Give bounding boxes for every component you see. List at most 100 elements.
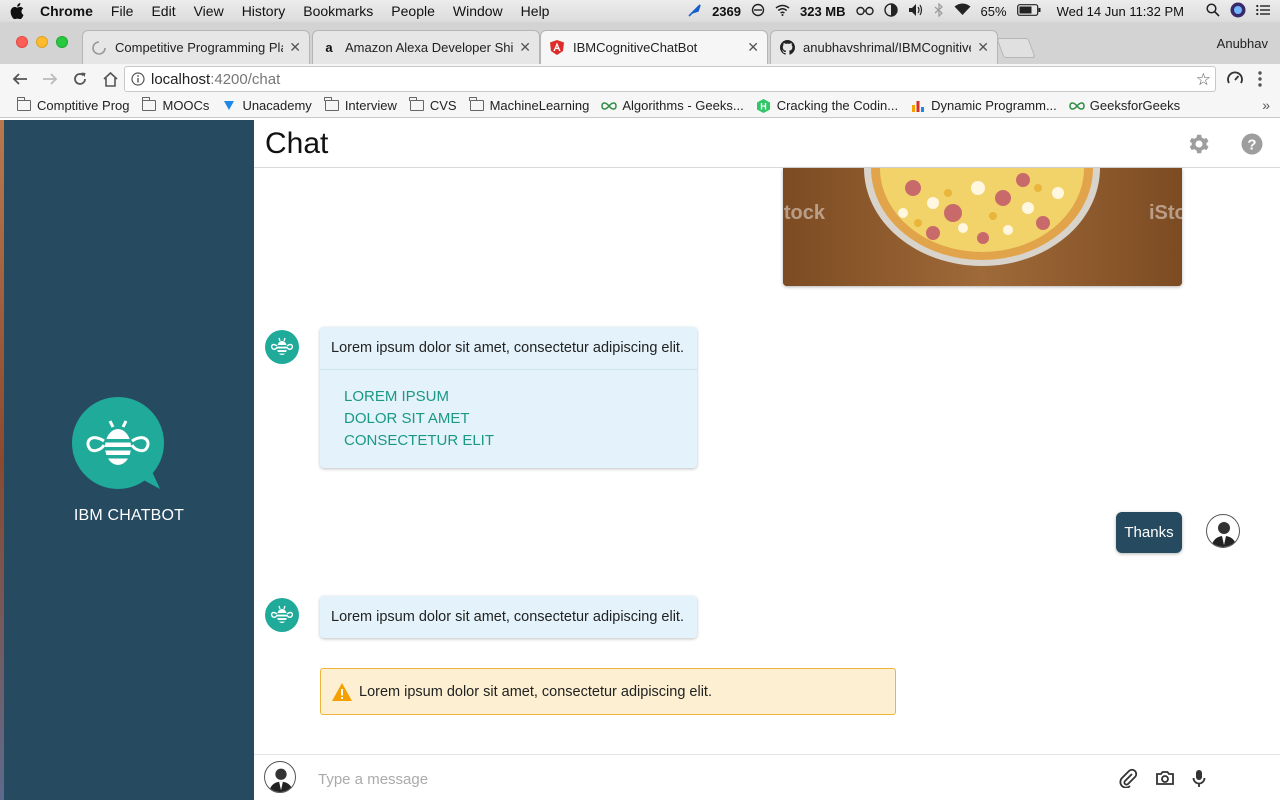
geeksforgeeks-icon [601, 100, 618, 112]
menu-window[interactable]: Window [453, 3, 503, 19]
spotlight-search-icon[interactable] [1206, 2, 1220, 20]
speedometer-icon[interactable] [1226, 70, 1244, 93]
bookmark-label: Interview [344, 98, 397, 113]
bookmark-machinelearning[interactable]: MachineLearning [469, 97, 589, 113]
folder-icon [409, 97, 425, 112]
contrast-icon[interactable] [883, 2, 898, 20]
message-input[interactable] [318, 767, 1098, 791]
home-icon[interactable] [100, 69, 120, 89]
menu-view[interactable]: View [194, 3, 224, 19]
wifi-status-icon[interactable] [775, 4, 790, 19]
microphone-icon[interactable] [1189, 768, 1209, 788]
clock[interactable]: Wed 14 Jun 11:32 PM [1057, 4, 1184, 19]
message-composer [254, 754, 1280, 800]
tab-strip: Competitive Programming Play ✕ a Amazon … [0, 22, 1280, 64]
close-tab-icon[interactable]: ✕ [519, 39, 531, 56]
info-icon[interactable] [131, 72, 145, 86]
glasses-icon[interactable] [855, 4, 874, 19]
bookmark-star-icon[interactable]: ☆ [1196, 70, 1211, 90]
forward-icon[interactable] [40, 69, 60, 89]
bookmark-label: Dynamic Programm... [931, 98, 1057, 113]
menu-app-name[interactable]: Chrome [40, 3, 93, 19]
bot-message-card: Lorem ipsum dolor sit amet, consectetur … [320, 596, 697, 638]
volume-icon[interactable] [908, 3, 924, 20]
new-tab-button[interactable] [996, 38, 1036, 58]
tab-title: IBMCognitiveChatBot [573, 40, 698, 55]
settings-gear-icon[interactable] [1187, 132, 1211, 156]
bookmark-cvs[interactable]: CVS [409, 97, 457, 113]
url-host: localhost [151, 70, 211, 88]
folder-icon [324, 97, 340, 112]
tab-amazon-alexa[interactable]: a Amazon Alexa Developer Shirt ✕ [312, 30, 540, 64]
warning-text: Lorem ipsum dolor sit amet, consectetur … [359, 683, 712, 700]
apple-icon[interactable] [10, 3, 24, 19]
macos-menubar: Chrome File Edit View History Bookmarks … [0, 0, 1280, 22]
status-counter: 2369 [712, 3, 741, 19]
wifi-icon[interactable] [954, 3, 971, 19]
chat-header: Chat ? [254, 120, 1280, 168]
chatbot-logo-icon [72, 397, 164, 489]
battery-icon[interactable] [1016, 3, 1041, 19]
sidebar: IBM CHATBOT [4, 120, 254, 800]
bookmark-moocs[interactable]: MOOCs [141, 97, 209, 113]
siri-icon[interactable] [1230, 2, 1246, 21]
svg-text:H: H [760, 101, 767, 111]
close-tab-icon[interactable]: ✕ [977, 39, 989, 56]
brand-name: IBM CHATBOT [73, 507, 185, 524]
tab-title: Amazon Alexa Developer Shirt [345, 40, 514, 55]
bookmark-cracking-coding[interactable]: H Cracking the Codin... [756, 98, 898, 113]
bookmark-unacademy[interactable]: Unacademy [221, 98, 312, 113]
menu-history[interactable]: History [242, 3, 286, 19]
bot-avatar [265, 598, 299, 632]
status-memory: 323 MB [800, 3, 846, 19]
bookmark-algorithms-geeks[interactable]: Algorithms - Geeks... [601, 98, 744, 113]
user-message: Thanks [1116, 512, 1182, 553]
menu-file[interactable]: File [111, 3, 134, 19]
hackerrank-icon: H [756, 98, 772, 113]
shared-pizza-image[interactable]: iStock iStock [783, 168, 1182, 286]
folder-icon [469, 97, 485, 112]
zoom-window-button[interactable] [56, 36, 68, 48]
no-entry-icon[interactable] [751, 3, 765, 20]
bookmarks-overflow-icon[interactable]: » [1262, 97, 1270, 113]
quick-reply-option[interactable]: DOLOR SIT AMET [344, 408, 673, 430]
bookmark-comptitive-prog[interactable]: Comptitive Prog [16, 97, 129, 113]
close-tab-icon[interactable]: ✕ [747, 39, 759, 56]
address-bar[interactable]: localhost:4200/chat ☆ [124, 66, 1216, 92]
bookmark-interview[interactable]: Interview [324, 97, 397, 113]
tab-competitive-programming[interactable]: Competitive Programming Play ✕ [82, 30, 310, 64]
camera-icon[interactable] [1155, 768, 1175, 788]
notification-center-icon[interactable] [1256, 4, 1270, 19]
bluetooth-icon[interactable] [934, 2, 944, 20]
menu-help[interactable]: Help [521, 3, 550, 19]
quick-reply-option[interactable]: CONSECTETUR ELIT [344, 430, 673, 452]
attach-icon[interactable] [1118, 768, 1138, 788]
reload-icon[interactable] [70, 69, 90, 89]
chrome-menu-icon[interactable] [1258, 70, 1262, 93]
quick-reply-option[interactable]: LOREM IPSUM [344, 386, 673, 408]
tab-github-repo[interactable]: anubhavshrimal/IBMCognitiveC ✕ [770, 30, 998, 64]
chat-panel: Chat ? iStock iStock [254, 120, 1280, 800]
warning-icon [332, 682, 352, 701]
bee-icon [270, 337, 294, 355]
watermark-left: iStock [783, 202, 826, 224]
menu-bookmarks[interactable]: Bookmarks [303, 3, 373, 19]
minimize-window-button[interactable] [36, 36, 48, 48]
bee-icon [270, 605, 294, 623]
menu-edit[interactable]: Edit [151, 3, 175, 19]
profile-name[interactable]: Anubhav [1217, 36, 1268, 51]
feather-icon[interactable] [688, 3, 702, 20]
chart-icon [910, 100, 926, 112]
back-icon[interactable] [10, 69, 30, 89]
tab-ibm-cognitive-chatbot[interactable]: IBMCognitiveChatBot ✕ [540, 30, 768, 64]
menu-people[interactable]: People [391, 3, 435, 19]
close-tab-icon[interactable]: ✕ [289, 39, 301, 56]
close-window-button[interactable] [16, 36, 28, 48]
tab-title: anubhavshrimal/IBMCognitiveC [803, 40, 972, 55]
bookmarks-bar: Comptitive Prog MOOCs Unacademy Intervie… [0, 94, 1280, 118]
battery-percent: 65% [980, 3, 1007, 19]
bookmark-geeksforgeeks[interactable]: GeeksforGeeks [1069, 98, 1180, 113]
bookmark-dynamic-programming[interactable]: Dynamic Programm... [910, 98, 1057, 113]
help-icon[interactable]: ? [1240, 132, 1264, 156]
unacademy-icon [221, 100, 237, 112]
